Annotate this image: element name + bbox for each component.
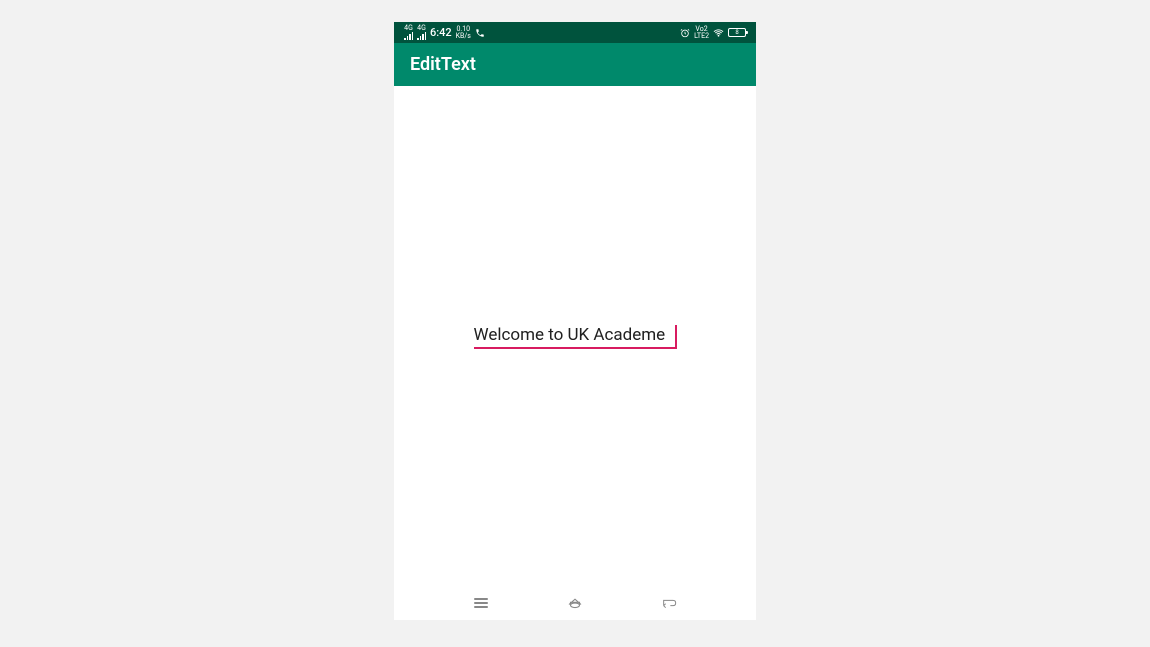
text-cursor bbox=[675, 325, 677, 347]
alarm-icon bbox=[680, 28, 690, 38]
navigation-bar bbox=[394, 586, 756, 620]
status-bar-right: Vo2 LTE2 8 bbox=[680, 26, 746, 40]
app-title: EditText bbox=[410, 54, 476, 75]
battery-icon: 8 bbox=[728, 28, 746, 37]
signal-2-label: 4G bbox=[417, 25, 426, 32]
menu-icon bbox=[474, 598, 488, 608]
lte-label-bottom: LTE2 bbox=[694, 33, 709, 40]
signal-2-group: 4G bbox=[417, 25, 426, 40]
status-bar-left: 4G 4G 6:42 0.10 KB/s bbox=[404, 25, 485, 40]
back-button[interactable] bbox=[649, 591, 689, 615]
home-button[interactable] bbox=[555, 591, 595, 615]
wifi-icon bbox=[713, 29, 724, 37]
status-bar: 4G 4G 6:42 0.10 KB/s bbox=[394, 22, 756, 43]
data-rate: 0.10 KB/s bbox=[456, 26, 471, 40]
back-icon bbox=[661, 597, 677, 609]
signal-bars-icon bbox=[417, 32, 426, 40]
data-rate-unit: KB/s bbox=[456, 33, 471, 40]
home-icon bbox=[566, 597, 584, 609]
phone-icon bbox=[475, 28, 485, 38]
lte-indicator: Vo2 LTE2 bbox=[694, 26, 709, 40]
edit-text-container bbox=[474, 323, 677, 349]
status-time: 6:42 bbox=[430, 26, 452, 39]
app-bar: EditText bbox=[394, 43, 756, 86]
signal-bars-icon bbox=[404, 32, 413, 40]
phone-frame: 4G 4G 6:42 0.10 KB/s bbox=[394, 22, 756, 620]
signal-1-label: 4G bbox=[404, 25, 413, 32]
edit-text-input[interactable] bbox=[474, 323, 677, 349]
battery-level: 8 bbox=[735, 30, 738, 36]
menu-button[interactable] bbox=[461, 591, 501, 615]
signal-1-group: 4G bbox=[404, 25, 413, 40]
content-area bbox=[394, 86, 756, 586]
